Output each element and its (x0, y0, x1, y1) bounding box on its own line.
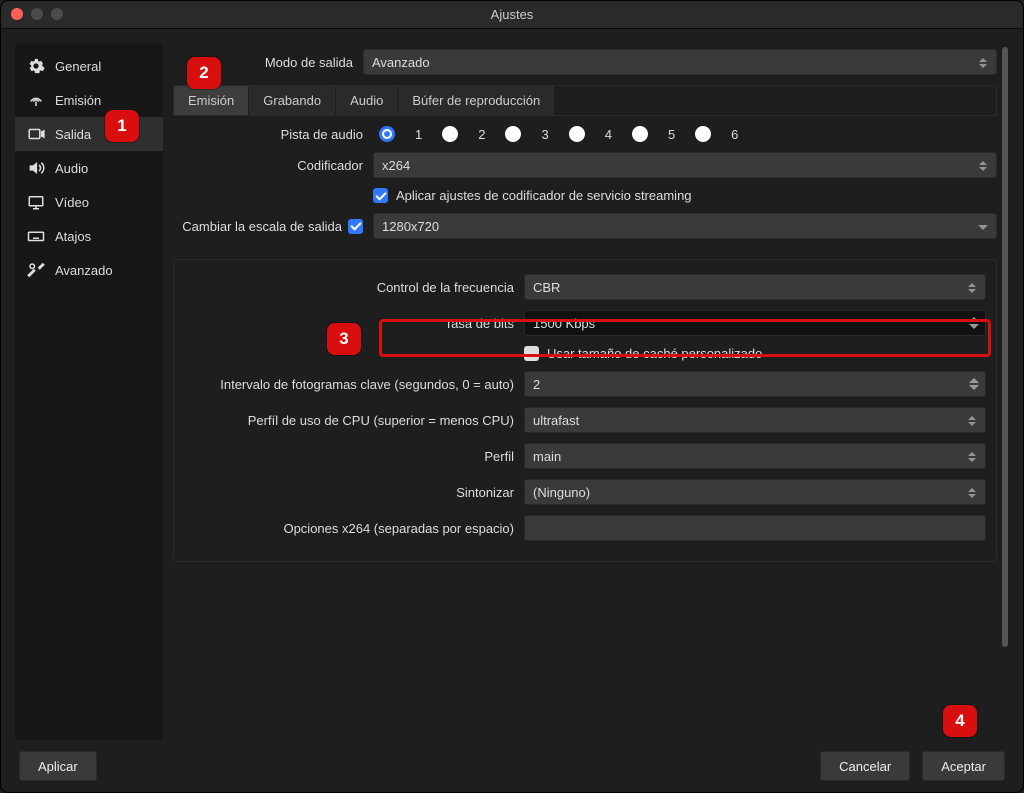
sidebar-item-general[interactable]: General (15, 49, 163, 83)
x264-options-label: Opciones x264 (separadas por espacio) (184, 521, 524, 536)
tab-audio[interactable]: Audio (335, 86, 397, 115)
sidebar-item-label: Salida (55, 127, 91, 142)
dialog-footer: Aplicar Cancelar Aceptar (1, 740, 1023, 792)
keyframe-interval-value: 2 (533, 377, 540, 392)
rate-control-label: Control de la frecuencia (184, 280, 524, 295)
annotation-callout-4: 4 (943, 705, 977, 737)
output-mode-select[interactable]: Avanzado (363, 49, 997, 75)
chevron-up-down-icon (976, 157, 990, 175)
zoom-window-button[interactable] (51, 8, 63, 20)
scrollbar[interactable] (1001, 43, 1009, 683)
profile-value: main (533, 449, 561, 464)
sidebar-item-label: Atajos (55, 229, 91, 244)
settings-sidebar: General Emisión Salida Audio (15, 43, 163, 740)
stepper-icon[interactable] (967, 313, 981, 333)
tab-recording[interactable]: Grabando (248, 86, 335, 115)
window-title: Ajustes (491, 7, 534, 22)
rate-control-select[interactable]: CBR (524, 274, 986, 300)
audio-track-group: 1 2 3 4 5 6 (373, 126, 738, 142)
rescale-output-label: Cambiar la escala de salida (182, 219, 342, 234)
tab-replay-buffer[interactable]: Búfer de reproducción (397, 86, 554, 115)
tab-streaming[interactable]: Emisión (174, 86, 248, 115)
tools-icon (27, 261, 45, 279)
custom-buffer-checkbox[interactable] (524, 346, 539, 361)
chevron-up-down-icon (976, 54, 990, 72)
sidebar-item-label: Audio (55, 161, 88, 176)
encoder-value: x264 (382, 158, 410, 173)
rescale-output-select[interactable]: 1280x720 (373, 213, 997, 239)
audio-track-label: Pista de audio (173, 127, 373, 142)
tune-label: Sintonizar (184, 485, 524, 500)
gear-icon (27, 57, 45, 75)
profile-label: Perfil (184, 449, 524, 464)
sidebar-item-audio[interactable]: Audio (15, 151, 163, 185)
cpu-preset-value: ultrafast (533, 413, 579, 428)
speaker-icon (27, 159, 45, 177)
monitor-icon (27, 193, 45, 211)
enforce-streaming-label: Aplicar ajustes de codificador de servic… (396, 188, 692, 203)
close-window-button[interactable] (11, 8, 23, 20)
chevron-up-down-icon (965, 279, 979, 297)
audio-track-radio-5[interactable] (632, 126, 648, 142)
x264-options-input[interactable] (524, 515, 986, 541)
audio-track-radio-6[interactable] (695, 126, 711, 142)
custom-buffer-label: Usar tamaño de caché personalizado (547, 346, 762, 361)
encoder-settings-panel: Control de la frecuencia CBR Tasa de bit… (173, 259, 997, 562)
sidebar-item-label: Emisión (55, 93, 101, 108)
tune-select[interactable]: (Ninguno) (524, 479, 986, 505)
keyboard-icon (27, 227, 45, 245)
chevron-up-down-icon (965, 448, 979, 466)
sidebar-item-label: General (55, 59, 101, 74)
bitrate-value: 1500 Kbps (533, 316, 595, 331)
annotation-callout-1: 1 (105, 110, 139, 142)
audio-track-radio-4[interactable] (569, 126, 585, 142)
rate-control-value: CBR (533, 280, 560, 295)
sidebar-item-video[interactable]: Vídeo (15, 185, 163, 219)
keyframe-interval-input[interactable]: 2 (524, 371, 986, 397)
bitrate-input[interactable]: 1500 Kbps (524, 310, 986, 336)
audio-track-radio-2[interactable] (442, 126, 458, 142)
annotation-callout-2: 2 (187, 57, 221, 89)
enforce-streaming-checkbox[interactable] (373, 188, 388, 203)
encoder-label: Codificador (173, 158, 373, 173)
rescale-output-checkbox[interactable] (348, 219, 363, 234)
cpu-preset-select[interactable]: ultrafast (524, 407, 986, 433)
settings-window: Ajustes General Emisión Salida (0, 0, 1024, 793)
titlebar: Ajustes (1, 1, 1023, 29)
output-icon (27, 125, 45, 143)
sidebar-item-advanced[interactable]: Avanzado (15, 253, 163, 287)
cpu-preset-label: Perfíl de uso de CPU (superior = menos C… (184, 413, 524, 428)
encoder-select[interactable]: x264 (373, 152, 997, 178)
profile-select[interactable]: main (524, 443, 986, 469)
chevron-down-icon (976, 218, 990, 236)
keyframe-interval-label: Intervalo de fotogramas clave (segundos,… (184, 377, 524, 392)
minimize-window-button[interactable] (31, 8, 43, 20)
window-controls (11, 8, 63, 20)
sidebar-item-hotkeys[interactable]: Atajos (15, 219, 163, 253)
annotation-callout-3: 3 (327, 323, 361, 355)
ok-button[interactable]: Aceptar (922, 751, 1005, 781)
tune-value: (Ninguno) (533, 485, 590, 500)
audio-track-radio-1[interactable] (379, 126, 395, 142)
audio-track-radio-3[interactable] (505, 126, 521, 142)
scrollbar-thumb[interactable] (1002, 47, 1008, 647)
cancel-button[interactable]: Cancelar (820, 751, 910, 781)
rescale-output-value: 1280x720 (382, 219, 439, 234)
apply-button[interactable]: Aplicar (19, 751, 97, 781)
sidebar-item-label: Avanzado (55, 263, 113, 278)
chevron-up-down-icon (965, 484, 979, 502)
sidebar-item-stream[interactable]: Emisión (15, 83, 163, 117)
output-tabs: Emisión Grabando Audio Búfer de reproduc… (173, 85, 997, 116)
chevron-up-down-icon (965, 412, 979, 430)
stepper-icon[interactable] (967, 374, 981, 394)
settings-content: Modo de salida Avanzado Emisión Grabando… (173, 43, 1009, 740)
output-mode-value: Avanzado (372, 55, 430, 70)
antenna-icon (27, 91, 45, 109)
sidebar-item-output[interactable]: Salida (15, 117, 163, 151)
sidebar-item-label: Vídeo (55, 195, 89, 210)
